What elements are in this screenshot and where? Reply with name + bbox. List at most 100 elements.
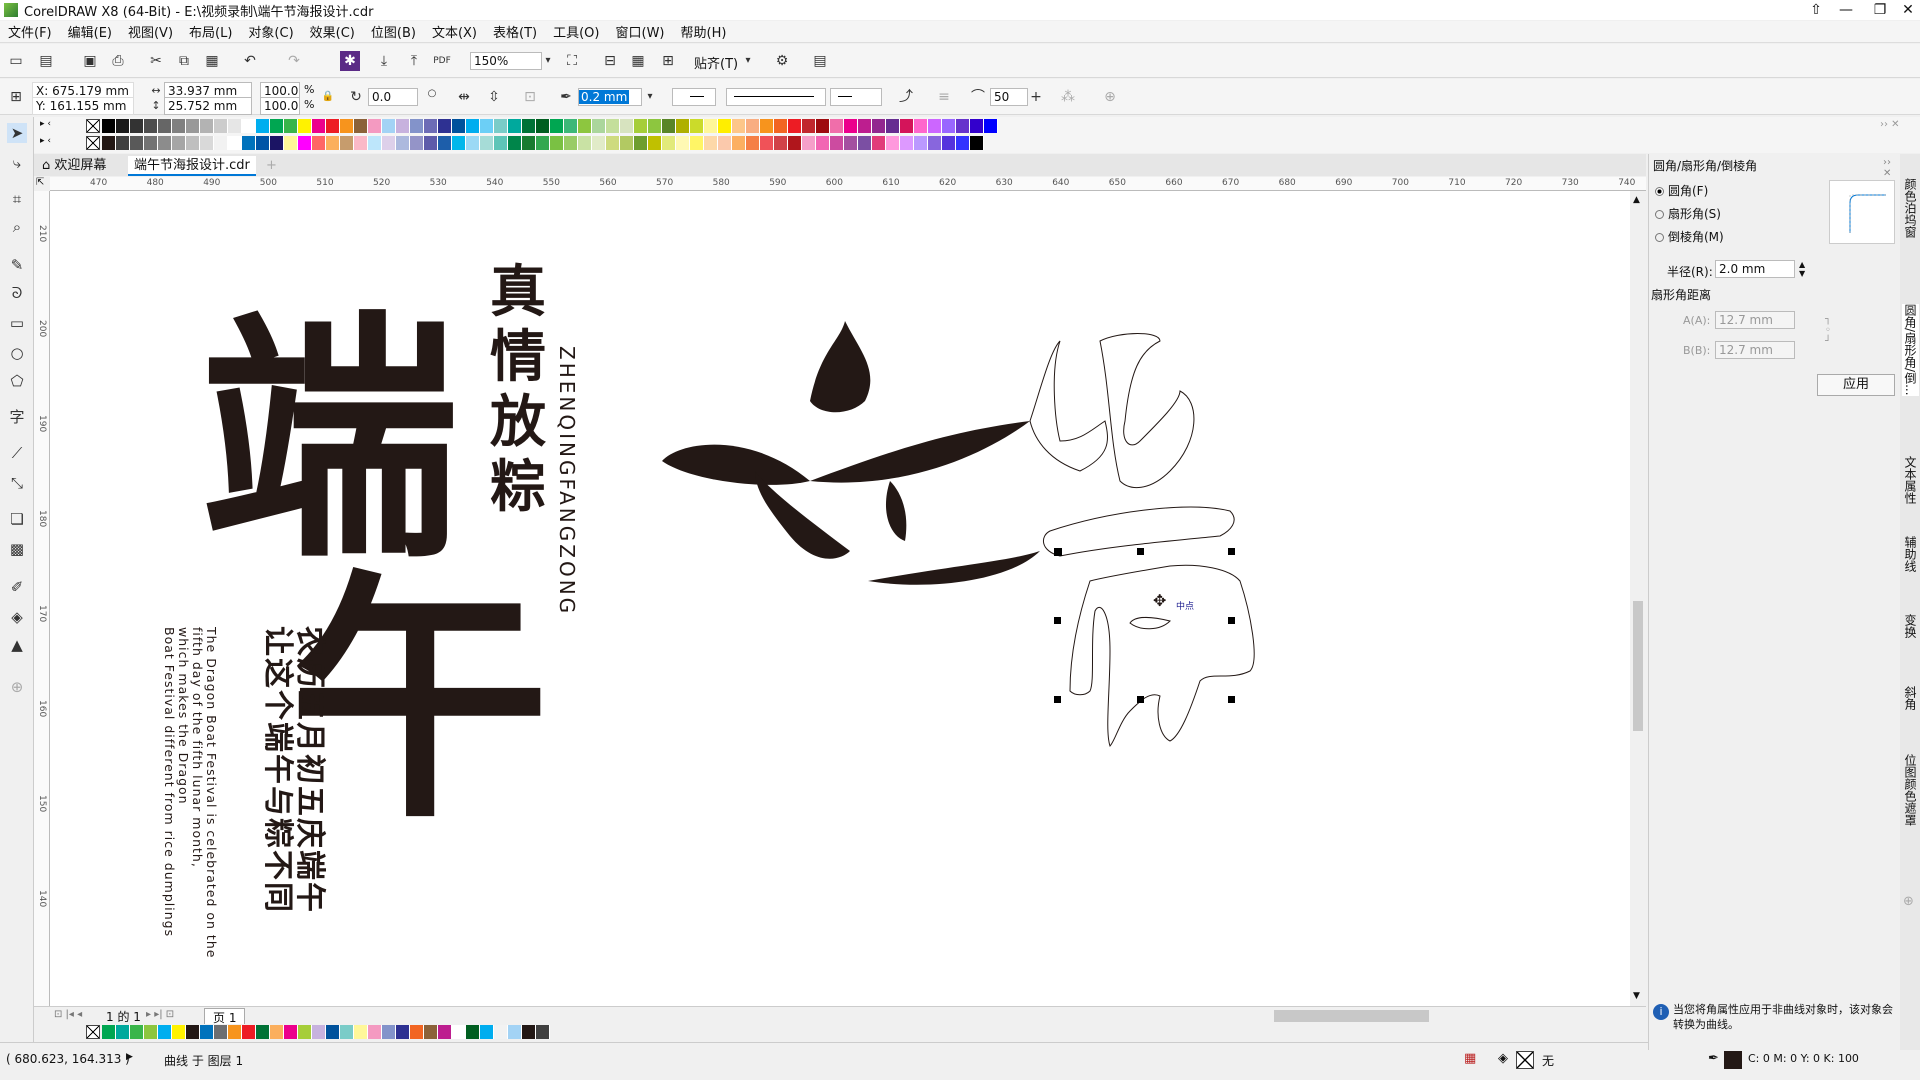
doc-palette-no-color[interactable] <box>86 1025 100 1039</box>
palette-swatch[interactable] <box>312 119 326 133</box>
zoom-level-field[interactable]: 150% <box>470 52 542 70</box>
tab-welcome[interactable]: ⌂ 欢迎屏幕 <box>36 156 112 176</box>
horizontal-scroll-thumb[interactable] <box>1274 1010 1429 1022</box>
b-distance-field[interactable]: 12.7 mm <box>1715 341 1795 359</box>
palette-swatch[interactable] <box>858 136 872 150</box>
print-icon[interactable]: ⎙ <box>108 51 128 71</box>
palette-swatch[interactable] <box>270 136 284 150</box>
palette-swatch[interactable] <box>214 136 228 150</box>
palette-swatch[interactable] <box>942 119 956 133</box>
doc-palette-swatch[interactable] <box>284 1025 298 1039</box>
palette-swatch[interactable] <box>270 119 284 133</box>
palette-swatch[interactable] <box>326 119 340 133</box>
palette-swatch[interactable] <box>102 136 116 150</box>
text-wrap-icon[interactable]: ≡ <box>934 87 954 107</box>
new-tab-icon[interactable]: + <box>260 156 283 176</box>
reduce-nodes-icon[interactable]: ⤴ <box>896 87 916 107</box>
palette-swatch[interactable] <box>228 136 242 150</box>
radius-field[interactable]: 2.0 mm <box>1715 260 1795 278</box>
tab-color-docker[interactable]: 颜色泊坞窗 <box>1902 178 1919 238</box>
doc-palette-swatch[interactable] <box>200 1025 214 1039</box>
a-distance-field[interactable]: 12.7 mm <box>1715 311 1795 329</box>
palette-swatch[interactable] <box>368 119 382 133</box>
doc-palette-swatch[interactable] <box>410 1025 424 1039</box>
chamfer-radio[interactable] <box>1655 233 1664 242</box>
palette-swatch[interactable] <box>480 136 494 150</box>
snap-dropdown-icon[interactable]: ▾ <box>738 51 758 71</box>
palette-swatch[interactable] <box>382 119 396 133</box>
fill-none-swatch[interactable] <box>1516 1051 1534 1069</box>
tab-text-properties[interactable]: 文本属性 <box>1902 456 1919 504</box>
tab-bitmap-color-mask[interactable]: 位图颜色遮罩 <box>1902 754 1919 826</box>
palette-swatch[interactable] <box>830 136 844 150</box>
palette-swatch[interactable] <box>774 136 788 150</box>
palette-swatch[interactable] <box>578 136 592 150</box>
page-first-icon[interactable]: ⊡ |◂ ◂ <box>54 1009 82 1020</box>
paste-icon[interactable]: ▦ <box>202 51 222 71</box>
palette-swatch[interactable] <box>970 136 984 150</box>
artistic-media-icon[interactable]: ᘐ <box>7 283 27 303</box>
vertical-ruler[interactable]: 210 200 190 180 170 160 150 140 <box>34 191 50 1006</box>
palette-swatch[interactable] <box>536 119 550 133</box>
radius-spinner-icon[interactable]: ▲ ▼ <box>1799 260 1805 278</box>
outline-color-swatch[interactable] <box>1724 1051 1742 1069</box>
palette-swatch[interactable] <box>256 136 270 150</box>
palette-swatch[interactable] <box>564 136 578 150</box>
add-docker-icon[interactable]: ⊕ <box>1903 894 1914 909</box>
brush-stroke-li[interactable] <box>662 321 1040 585</box>
doc-palette-swatch[interactable] <box>256 1025 270 1039</box>
doc-palette-swatch[interactable] <box>130 1025 144 1039</box>
save-icon[interactable]: ▣ <box>80 51 100 71</box>
doc-palette-swatch[interactable] <box>452 1025 466 1039</box>
palette-swatch[interactable] <box>634 119 648 133</box>
palette-swatch[interactable] <box>858 119 872 133</box>
eyedropper-tool-icon[interactable]: ✐ <box>7 577 27 597</box>
palette-swatch[interactable] <box>844 119 858 133</box>
export-icon[interactable]: ⤒ <box>404 51 424 71</box>
palette-swatch[interactable] <box>158 119 172 133</box>
palette-swatch[interactable] <box>508 136 522 150</box>
menu-window[interactable]: 窗口(W) <box>616 22 665 41</box>
menu-object[interactable]: 对象(C) <box>248 22 293 41</box>
palette-swatch[interactable] <box>564 119 578 133</box>
palette-swatch[interactable] <box>550 119 564 133</box>
palette-swatch[interactable] <box>928 119 942 133</box>
palette-swatch[interactable] <box>158 136 172 150</box>
palette-swatch[interactable] <box>662 136 676 150</box>
pin-icon[interactable]: ⇧ <box>1800 0 1832 20</box>
text-tool-icon[interactable]: 字 <box>7 407 27 427</box>
palette-swatch[interactable] <box>116 136 130 150</box>
doc-palette-swatch[interactable] <box>424 1025 438 1039</box>
palette-swatch[interactable] <box>942 136 956 150</box>
palette-swatch[interactable] <box>718 119 732 133</box>
menu-help[interactable]: 帮助(H) <box>681 22 727 41</box>
palette-swatch[interactable] <box>676 119 690 133</box>
doc-palette-swatch[interactable] <box>270 1025 284 1039</box>
outline-shan[interactable] <box>1029 333 1195 489</box>
connector-tool-icon[interactable]: ⤡ <box>7 473 27 493</box>
palette-swatch[interactable] <box>620 119 634 133</box>
palette-swatch[interactable] <box>550 136 564 150</box>
palette-scroll-left-icon-2[interactable]: ▸ ‹ <box>40 136 51 146</box>
palette-swatch[interactable] <box>256 119 270 133</box>
palette-swatch[interactable] <box>144 136 158 150</box>
palette-swatch[interactable] <box>102 119 116 133</box>
palette-swatch[interactable] <box>844 136 858 150</box>
doc-palette-swatch[interactable] <box>480 1025 494 1039</box>
palette-swatch[interactable] <box>228 119 242 133</box>
palette-swatch[interactable] <box>676 136 690 150</box>
palette-swatch[interactable] <box>144 119 158 133</box>
palette-row-top[interactable] <box>102 119 998 133</box>
zoom-tool-icon[interactable]: ⌕ <box>7 217 27 237</box>
palette-swatch[interactable] <box>200 136 214 150</box>
menu-bitmaps[interactable]: 位图(B) <box>371 22 416 41</box>
doc-palette-swatch[interactable] <box>326 1025 340 1039</box>
close-button[interactable]: ✕ <box>1892 0 1920 20</box>
scallop-radio[interactable] <box>1655 210 1664 219</box>
line-style-select[interactable] <box>726 88 826 106</box>
tab-guidelines[interactable]: 辅助线 <box>1902 536 1919 572</box>
doc-palette-swatch[interactable] <box>214 1025 228 1039</box>
close-curve-icon[interactable]: ⊡ <box>520 87 540 107</box>
palette-swatch[interactable] <box>354 119 368 133</box>
palette-swatch[interactable] <box>956 136 970 150</box>
